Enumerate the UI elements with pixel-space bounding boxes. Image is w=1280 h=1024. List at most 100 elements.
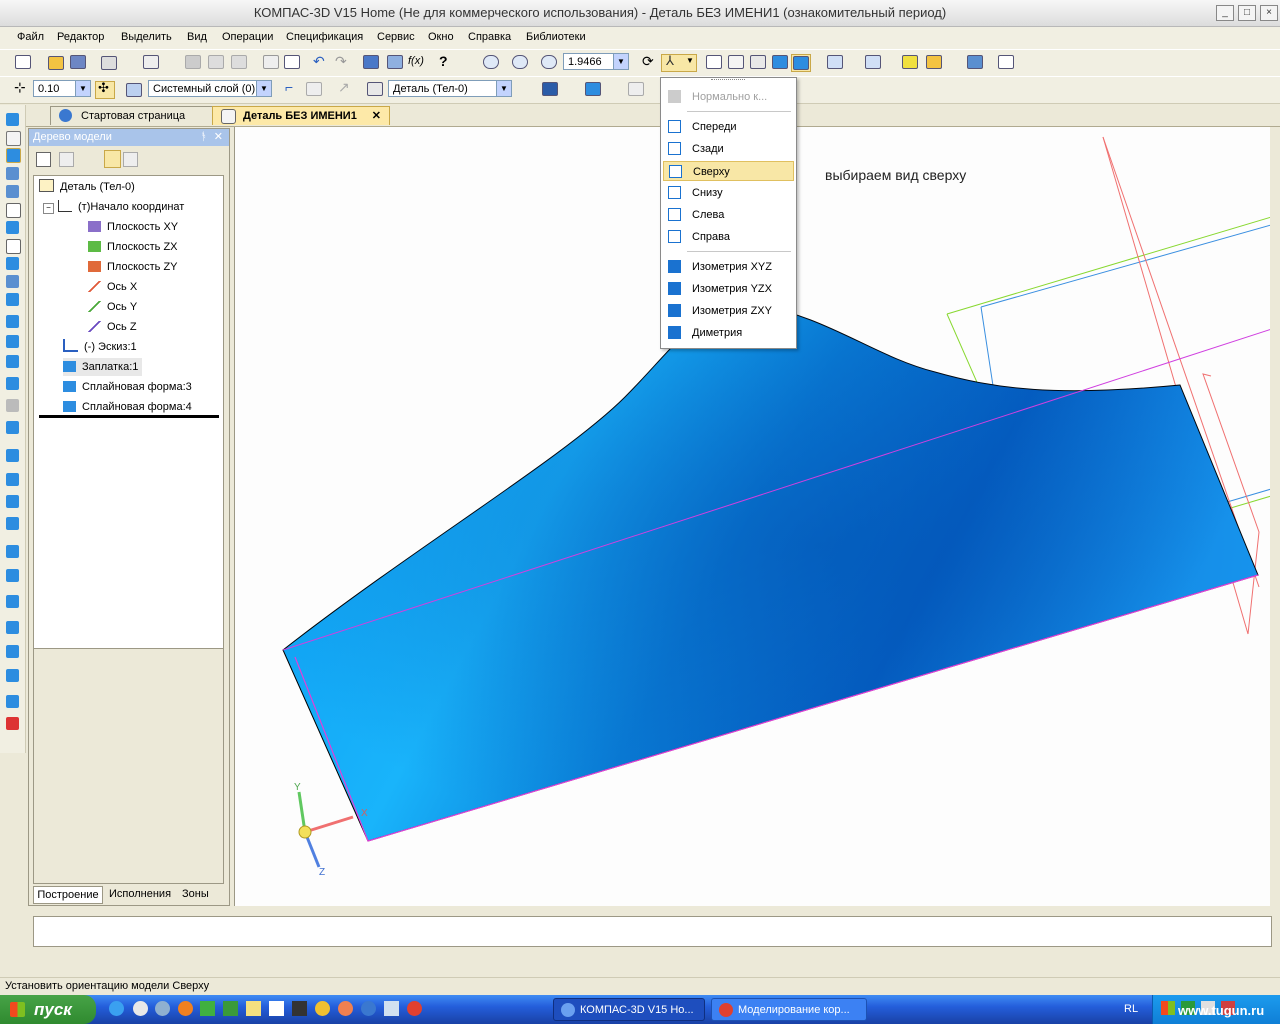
menu-item-back[interactable]: Сзади [663, 139, 794, 159]
surface-button[interactable] [541, 81, 559, 97]
menu-edit[interactable]: Редактор [57, 31, 104, 43]
tree-list-icon[interactable] [59, 152, 74, 167]
kompas-icon[interactable] [361, 1001, 376, 1016]
tree-item-axis-z[interactable]: Ось Z [88, 318, 137, 336]
tree-structure-icon[interactable] [36, 152, 51, 167]
firefox-icon[interactable] [178, 1001, 193, 1016]
layers-button[interactable] [125, 81, 143, 97]
app-yellow-icon[interactable] [315, 1001, 330, 1016]
elements-icon[interactable] [6, 275, 19, 288]
menu-item-iso-yzx[interactable]: Изометрия YZX [663, 279, 794, 299]
window-icon[interactable] [269, 1001, 284, 1016]
surfaces-icon[interactable] [6, 148, 21, 163]
property-bar-content[interactable] [33, 916, 1272, 947]
menu-window[interactable]: Окно [428, 31, 454, 43]
tray-app-icon[interactable] [1161, 1001, 1175, 1015]
task-browser[interactable]: Моделирование кор... [711, 998, 867, 1021]
restore-surface-icon[interactable] [6, 645, 19, 658]
snap-toggle-button[interactable]: ✣ [95, 80, 115, 99]
orientation-button[interactable]: ⅄ ▼ [661, 53, 697, 72]
tree-view-icon[interactable] [123, 152, 138, 167]
chevron-down-icon[interactable]: ▼ [613, 54, 628, 69]
zoom-scale-combo[interactable]: 1.9466 ▼ [563, 53, 629, 70]
step-combo[interactable]: 0.10 ▼ [33, 80, 91, 97]
fx-button[interactable]: f(x) [408, 54, 426, 70]
sew-surface-icon[interactable] [6, 595, 19, 608]
properties-button[interactable] [262, 54, 280, 70]
app-green-icon[interactable] [200, 1001, 215, 1016]
spec-icon[interactable] [6, 239, 21, 254]
arrow-button[interactable]: ↗ [336, 79, 354, 97]
trim-surface-icon[interactable] [6, 569, 19, 582]
layer-combo[interactable]: Системный слой (0) ▼ [148, 80, 272, 97]
task-kompas[interactable]: КОМПАС-3D V15 Ho... [553, 998, 705, 1021]
wireframe-button[interactable] [705, 54, 723, 70]
local-cs-button[interactable]: ⌐ [283, 79, 301, 97]
spline-icon[interactable] [6, 131, 21, 146]
menu-item-right[interactable]: Справа [663, 227, 794, 247]
extend-surface-icon[interactable] [6, 545, 19, 558]
tree-item-spline-4[interactable]: Сплайновая форма:4 [63, 398, 192, 416]
report-icon[interactable] [6, 257, 19, 270]
tree-item-spline-3[interactable]: Сплайновая форма:3 [63, 378, 192, 396]
app-orange-icon[interactable] [338, 1001, 353, 1016]
snap-point-button[interactable]: ⊹ [12, 79, 30, 97]
shaded-edges-button[interactable] [791, 54, 811, 72]
pin-icon[interactable]: ᚬ [200, 129, 207, 146]
chevron-down-icon[interactable]: ▼ [75, 81, 90, 96]
measure-icon[interactable] [6, 203, 21, 218]
orientation-cs-button[interactable] [305, 81, 323, 97]
ruled-surface-icon[interactable] [6, 669, 19, 682]
print-button[interactable] [100, 54, 118, 70]
copy-button[interactable] [207, 54, 225, 70]
chevron-down-icon[interactable]: ▼ [496, 81, 511, 96]
redo-button[interactable]: ↷ [333, 53, 351, 70]
menu-specification[interactable]: Спецификация [286, 31, 363, 43]
tree-item-plane-zx[interactable]: Плоскость ZX [88, 238, 178, 256]
cut-surface-icon[interactable] [6, 621, 19, 634]
loft-surface-icon[interactable] [6, 377, 19, 390]
start-button[interactable]: пуск [0, 995, 96, 1024]
menu-view[interactable]: Вид [187, 31, 207, 43]
menu-file[interactable]: Файл [17, 31, 44, 43]
rotate-surface-icon[interactable] [6, 335, 19, 348]
shaded-button[interactable] [771, 54, 789, 70]
language-indicator[interactable]: RL [1124, 1003, 1138, 1015]
notes-icon[interactable] [246, 1001, 261, 1016]
color-button[interactable] [584, 81, 602, 97]
media-icon[interactable] [133, 1001, 148, 1016]
measure-button[interactable] [997, 54, 1015, 70]
open-file-button[interactable] [47, 54, 65, 70]
menu-item-dimetry[interactable]: Диметрия [663, 323, 794, 343]
variables-button[interactable] [386, 54, 404, 70]
maximize-button[interactable]: □ [1238, 5, 1256, 21]
tree-item-axis-x[interactable]: Ось X [88, 278, 137, 296]
hidden-lines-button[interactable] [727, 54, 745, 70]
tree-item-sketch[interactable]: (-) Эскиз:1 [63, 338, 137, 356]
help-pointer-button[interactable]: ? [437, 53, 455, 70]
offset-surface-icon[interactable] [6, 449, 19, 462]
filter2-button[interactable] [864, 54, 882, 70]
menu-operations[interactable]: Операции [222, 31, 273, 43]
tab-start-page[interactable]: Стартовая страница [50, 106, 230, 125]
zoom-in-button[interactable] [540, 54, 558, 70]
menu-item-top[interactable]: Сверху [663, 161, 794, 181]
preview-button[interactable] [142, 54, 160, 70]
app-dark-icon[interactable] [292, 1001, 307, 1016]
list-button[interactable] [283, 54, 301, 70]
filter-button[interactable] [826, 54, 844, 70]
menu-item-iso-xyz[interactable]: Изометрия XYZ [663, 257, 794, 277]
menu-item-bottom[interactable]: Снизу [663, 183, 794, 203]
tree-item-patch[interactable]: Заплатка:1 [63, 358, 143, 376]
menu-service[interactable]: Сервис [377, 31, 415, 43]
fillet-icon[interactable] [6, 293, 19, 306]
chevron-down-icon[interactable]: ▼ [256, 81, 271, 96]
tree-item-plane-xy[interactable]: Плоскость XY [88, 218, 178, 236]
app-green2-icon[interactable] [223, 1001, 238, 1016]
properties-yellow-button[interactable] [925, 54, 943, 70]
library-button[interactable] [966, 54, 984, 70]
zoom-fit-button[interactable] [511, 54, 529, 70]
viewport-scrollbar[interactable] [1270, 127, 1278, 906]
linear-surface-icon[interactable] [6, 473, 19, 486]
close-panel-icon[interactable]: ✕ [214, 129, 223, 146]
